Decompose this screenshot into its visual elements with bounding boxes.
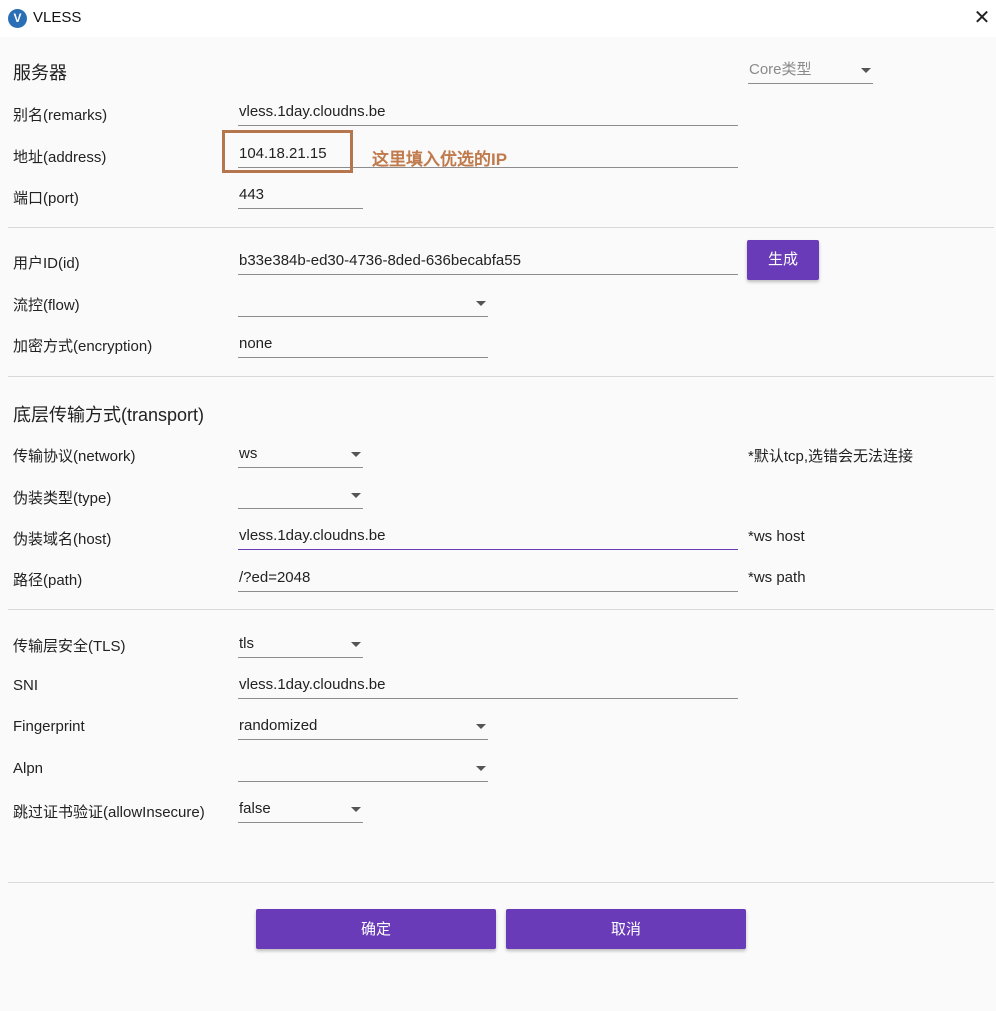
- cancel-button[interactable]: 取消: [506, 909, 746, 949]
- divider: [8, 227, 994, 228]
- host-hint: *ws host: [748, 528, 805, 545]
- alpn-label: Alpn: [13, 760, 44, 777]
- user-id-input[interactable]: b33e384b-ed30-4736-8ded-636becabfa55: [238, 249, 738, 275]
- chevron-down-icon: [351, 807, 361, 812]
- chevron-down-icon: [476, 724, 486, 729]
- chevron-down-icon: [476, 766, 486, 771]
- network-value: ws: [239, 445, 258, 462]
- core-type-select[interactable]: Core类型: [748, 58, 873, 84]
- title-bar: V VLESS ✕: [0, 0, 996, 37]
- type-select[interactable]: [238, 483, 363, 509]
- chevron-down-icon: [351, 452, 361, 457]
- fingerprint-value: randomized: [239, 717, 318, 734]
- core-type-placeholder: Core类型: [749, 61, 812, 78]
- host-label: 伪装域名(host): [13, 531, 112, 548]
- window-title: VLESS: [33, 9, 82, 26]
- app-logo-icon: V: [8, 9, 27, 28]
- flow-select[interactable]: [238, 291, 488, 317]
- generate-button[interactable]: 生成: [747, 240, 819, 280]
- address-highlight-box: [222, 130, 353, 173]
- network-label: 传输协议(network): [13, 448, 136, 465]
- remarks-label: 别名(remarks): [13, 107, 108, 124]
- user-id-label: 用户ID(id): [13, 255, 80, 272]
- path-input[interactable]: /?ed=2048: [238, 566, 738, 592]
- chevron-down-icon: [476, 301, 486, 306]
- address-label: 地址(address): [13, 149, 107, 166]
- ok-button[interactable]: 确定: [256, 909, 496, 949]
- allow-insecure-value: false: [239, 800, 271, 817]
- network-hint: *默认tcp,选错会无法连接: [748, 448, 914, 465]
- server-section-title: 服务器: [13, 63, 67, 83]
- type-label: 伪装类型(type): [13, 490, 112, 507]
- network-select[interactable]: ws: [238, 442, 363, 468]
- encryption-label: 加密方式(encryption): [13, 338, 153, 355]
- allow-insecure-select[interactable]: false: [238, 797, 363, 823]
- port-label: 端口(port): [13, 190, 79, 207]
- divider: [8, 609, 994, 610]
- remarks-input[interactable]: vless.1day.cloudns.be: [238, 100, 738, 126]
- divider: [8, 376, 994, 377]
- alpn-select[interactable]: [238, 756, 488, 782]
- chevron-down-icon: [351, 642, 361, 647]
- host-input[interactable]: vless.1day.cloudns.be: [238, 524, 738, 550]
- sni-input[interactable]: vless.1day.cloudns.be: [238, 673, 738, 699]
- flow-label: 流控(flow): [13, 297, 80, 314]
- chevron-down-icon: [861, 68, 871, 73]
- tls-select[interactable]: tls: [238, 632, 363, 658]
- chevron-down-icon: [351, 493, 361, 498]
- address-annotation: 这里填入优选的IP: [372, 150, 508, 169]
- tls-label: 传输层安全(TLS): [13, 638, 126, 655]
- fingerprint-select[interactable]: randomized: [238, 714, 488, 740]
- sni-label: SNI: [13, 677, 39, 694]
- path-label: 路径(path): [13, 572, 83, 589]
- encryption-input[interactable]: none: [238, 332, 488, 358]
- path-hint: *ws path: [748, 569, 806, 586]
- port-input[interactable]: 443: [238, 183, 363, 209]
- divider: [8, 882, 994, 883]
- close-icon[interactable]: ✕: [968, 5, 996, 31]
- transport-section-title: 底层传输方式(transport): [13, 405, 205, 425]
- tls-value: tls: [239, 635, 254, 652]
- fingerprint-label: Fingerprint: [13, 718, 85, 735]
- allow-insecure-label: 跳过证书验证(allowInsecure): [13, 804, 205, 821]
